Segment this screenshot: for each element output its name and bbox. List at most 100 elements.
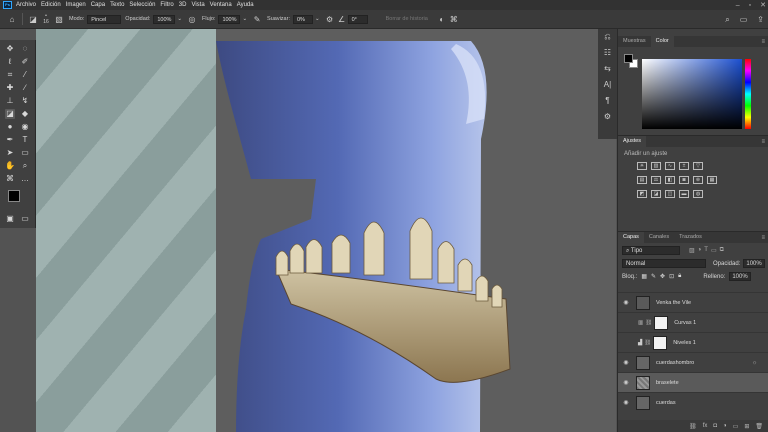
eraser-tool-preset-icon[interactable]: ◪ — [27, 13, 39, 25]
type-tool-icon[interactable]: T — [20, 135, 30, 145]
lock-artboard-icon[interactable]: ⊡ — [669, 273, 674, 280]
menu-seleccion[interactable]: Selección — [129, 2, 155, 8]
lock-position-icon[interactable]: ✥ — [660, 273, 665, 280]
filter-type-icon[interactable]: T — [704, 247, 708, 253]
link-layers-icon[interactable]: ⛓ — [689, 423, 697, 430]
layer-opacity-input[interactable]: 100% — [743, 259, 765, 268]
path-selection-tool-icon[interactable]: ➤ — [5, 148, 15, 158]
new-group-icon[interactable]: ▭ — [733, 423, 739, 430]
levels-icon[interactable]: ▥ — [651, 162, 661, 170]
add-mask-icon[interactable]: ◘ — [713, 423, 717, 429]
color-balance-icon[interactable]: ⚖ — [651, 176, 661, 184]
invert-icon[interactable]: ◩ — [637, 190, 647, 198]
tab-ajustes[interactable]: Ajustes — [618, 136, 647, 147]
foreground-color-swatch[interactable] — [8, 190, 20, 202]
color-field[interactable] — [642, 59, 742, 129]
menu-capa[interactable]: Capa — [91, 2, 105, 8]
marquee-tool-icon[interactable]: ◌ — [20, 44, 30, 54]
menu-ventana[interactable]: Ventana — [210, 2, 232, 8]
tab-trazados[interactable]: Trazados — [674, 232, 707, 243]
move-tool-icon[interactable]: ✥ — [5, 44, 15, 54]
eraser-tool-icon[interactable]: ◪ — [5, 109, 15, 119]
edit-toolbar-icon[interactable]: ⌘ — [5, 174, 15, 184]
artwork[interactable] — [36, 29, 616, 432]
pen-tool-icon[interactable]: ✒ — [5, 135, 15, 145]
filter-adjustment-icon[interactable]: ◑ — [698, 247, 702, 253]
lock-transparent-icon[interactable]: ▦ — [641, 273, 647, 280]
angle-input[interactable]: 0° — [347, 14, 368, 24]
trash-icon[interactable]: 🗑︎ — [755, 423, 763, 430]
quick-mask-icon[interactable]: ▣ — [5, 214, 15, 224]
menu-filtro[interactable]: Filtro — [160, 2, 173, 8]
fill-input[interactable]: 100% — [729, 272, 751, 281]
pressure-opacity-icon[interactable]: ◎ — [186, 13, 198, 25]
menu-archivo[interactable]: Archivo — [16, 2, 36, 8]
paragraph-icon[interactable]: ¶ — [598, 93, 617, 109]
symmetry-icon[interactable]: ⌘ — [448, 13, 460, 25]
menu-vista[interactable]: Vista — [191, 2, 204, 8]
smooth-input[interactable]: 0% — [292, 14, 313, 24]
flow-input[interactable]: 100% — [218, 14, 241, 24]
color-lookup-icon[interactable]: ▦ — [707, 176, 717, 184]
glyphs-icon[interactable]: ⚙ — [598, 109, 617, 125]
airbrush-icon[interactable]: ✎ — [251, 13, 263, 25]
menu-texto[interactable]: Texto — [110, 2, 124, 8]
gradient-map-icon[interactable]: ▬ — [679, 190, 689, 198]
chevron-down-icon[interactable]: ⌄ — [242, 16, 247, 22]
tab-canales[interactable]: Canales — [644, 232, 674, 243]
minimize-icon[interactable]: – — [736, 2, 740, 9]
filter-shape-icon[interactable]: ▭ — [711, 247, 717, 254]
lock-all-icon[interactable]: 🔒︎ — [678, 273, 681, 280]
photoshop-logo-icon[interactable]: Ps — [3, 1, 12, 9]
crop-tool-icon[interactable]: ⌗ — [5, 70, 15, 80]
layer-effects-icon[interactable]: ☼ — [752, 360, 757, 366]
curves-icon[interactable]: ∿ — [665, 162, 675, 170]
menu-3d[interactable]: 3D — [179, 2, 187, 8]
posterize-icon[interactable]: ◪ — [651, 190, 661, 198]
chevron-down-icon[interactable]: ⌄ — [177, 16, 182, 22]
layer-row[interactable]: ▥ ⛓ Curvas 1 — [618, 312, 768, 332]
pressure-size-icon[interactable]: ◐ — [436, 13, 448, 25]
lasso-tool-icon[interactable]: ℓ — [5, 57, 15, 67]
home-icon[interactable]: ⌂ — [6, 13, 18, 25]
stamp-tool-icon[interactable]: ⊥ — [5, 96, 15, 106]
screen-mode-icon[interactable]: ▭ — [20, 214, 30, 224]
panel-menu-icon[interactable]: ≡ — [761, 139, 765, 145]
mode-select[interactable]: Pincel — [87, 14, 122, 24]
layer-row[interactable]: ◉ braselete — [618, 372, 768, 392]
hue-saturation-icon[interactable]: ▤ — [637, 176, 647, 184]
zoom-tool-icon[interactable]: ⌕ — [20, 161, 30, 171]
fx-icon[interactable]: fx — [703, 423, 708, 429]
eyedropper-tool-icon[interactable]: ⁄ — [20, 70, 30, 80]
exposure-icon[interactable]: ± — [679, 162, 689, 170]
threshold-icon[interactable]: ◫ — [665, 190, 675, 198]
brush-tool-icon[interactable]: ∕ — [20, 83, 30, 93]
black-white-icon[interactable]: ◧ — [665, 176, 675, 184]
paint-bucket-tool-icon[interactable]: ◆ — [20, 109, 30, 119]
hue-slider[interactable] — [745, 59, 751, 129]
layer-row[interactable]: ◉ cuerdashombro ☼ — [618, 352, 768, 372]
brightness-contrast-icon[interactable]: ☀ — [637, 162, 647, 170]
erase-history-checkbox[interactable]: Borrar de historia — [386, 16, 428, 22]
search-icon[interactable]: ⌕ — [725, 15, 729, 25]
character-icon[interactable]: A| — [598, 77, 617, 93]
menu-edicion[interactable]: Edición — [41, 2, 61, 8]
photo-filter-icon[interactable]: ◙ — [679, 176, 689, 184]
hand-tool-icon[interactable]: ✋ — [5, 161, 15, 171]
close-icon[interactable]: ✕ — [760, 1, 766, 9]
brush-settings-icon[interactable]: ▧ — [53, 13, 65, 25]
visibility-eye-icon[interactable]: ◉ — [618, 299, 634, 306]
more-tools-icon[interactable]: … — [20, 174, 30, 184]
history-brush-tool-icon[interactable]: ↯ — [20, 96, 30, 106]
channel-mixer-icon[interactable]: ⊛ — [693, 176, 703, 184]
foreground-color-swatch[interactable] — [624, 54, 633, 63]
tab-muestras[interactable]: Muestras — [618, 36, 651, 47]
visibility-eye-icon[interactable]: ◉ — [618, 399, 634, 406]
visibility-eye-icon[interactable]: ◉ — [618, 359, 634, 366]
gear-icon[interactable]: ⚙ — [324, 13, 336, 25]
tab-color[interactable]: Color — [650, 36, 674, 47]
filter-smart-icon[interactable]: ⧉ — [720, 247, 724, 254]
maximize-icon[interactable]: ▫ — [749, 2, 751, 9]
brush-size-picker[interactable]: • 16 — [39, 13, 53, 25]
lock-image-icon[interactable]: ✎ — [651, 273, 656, 280]
